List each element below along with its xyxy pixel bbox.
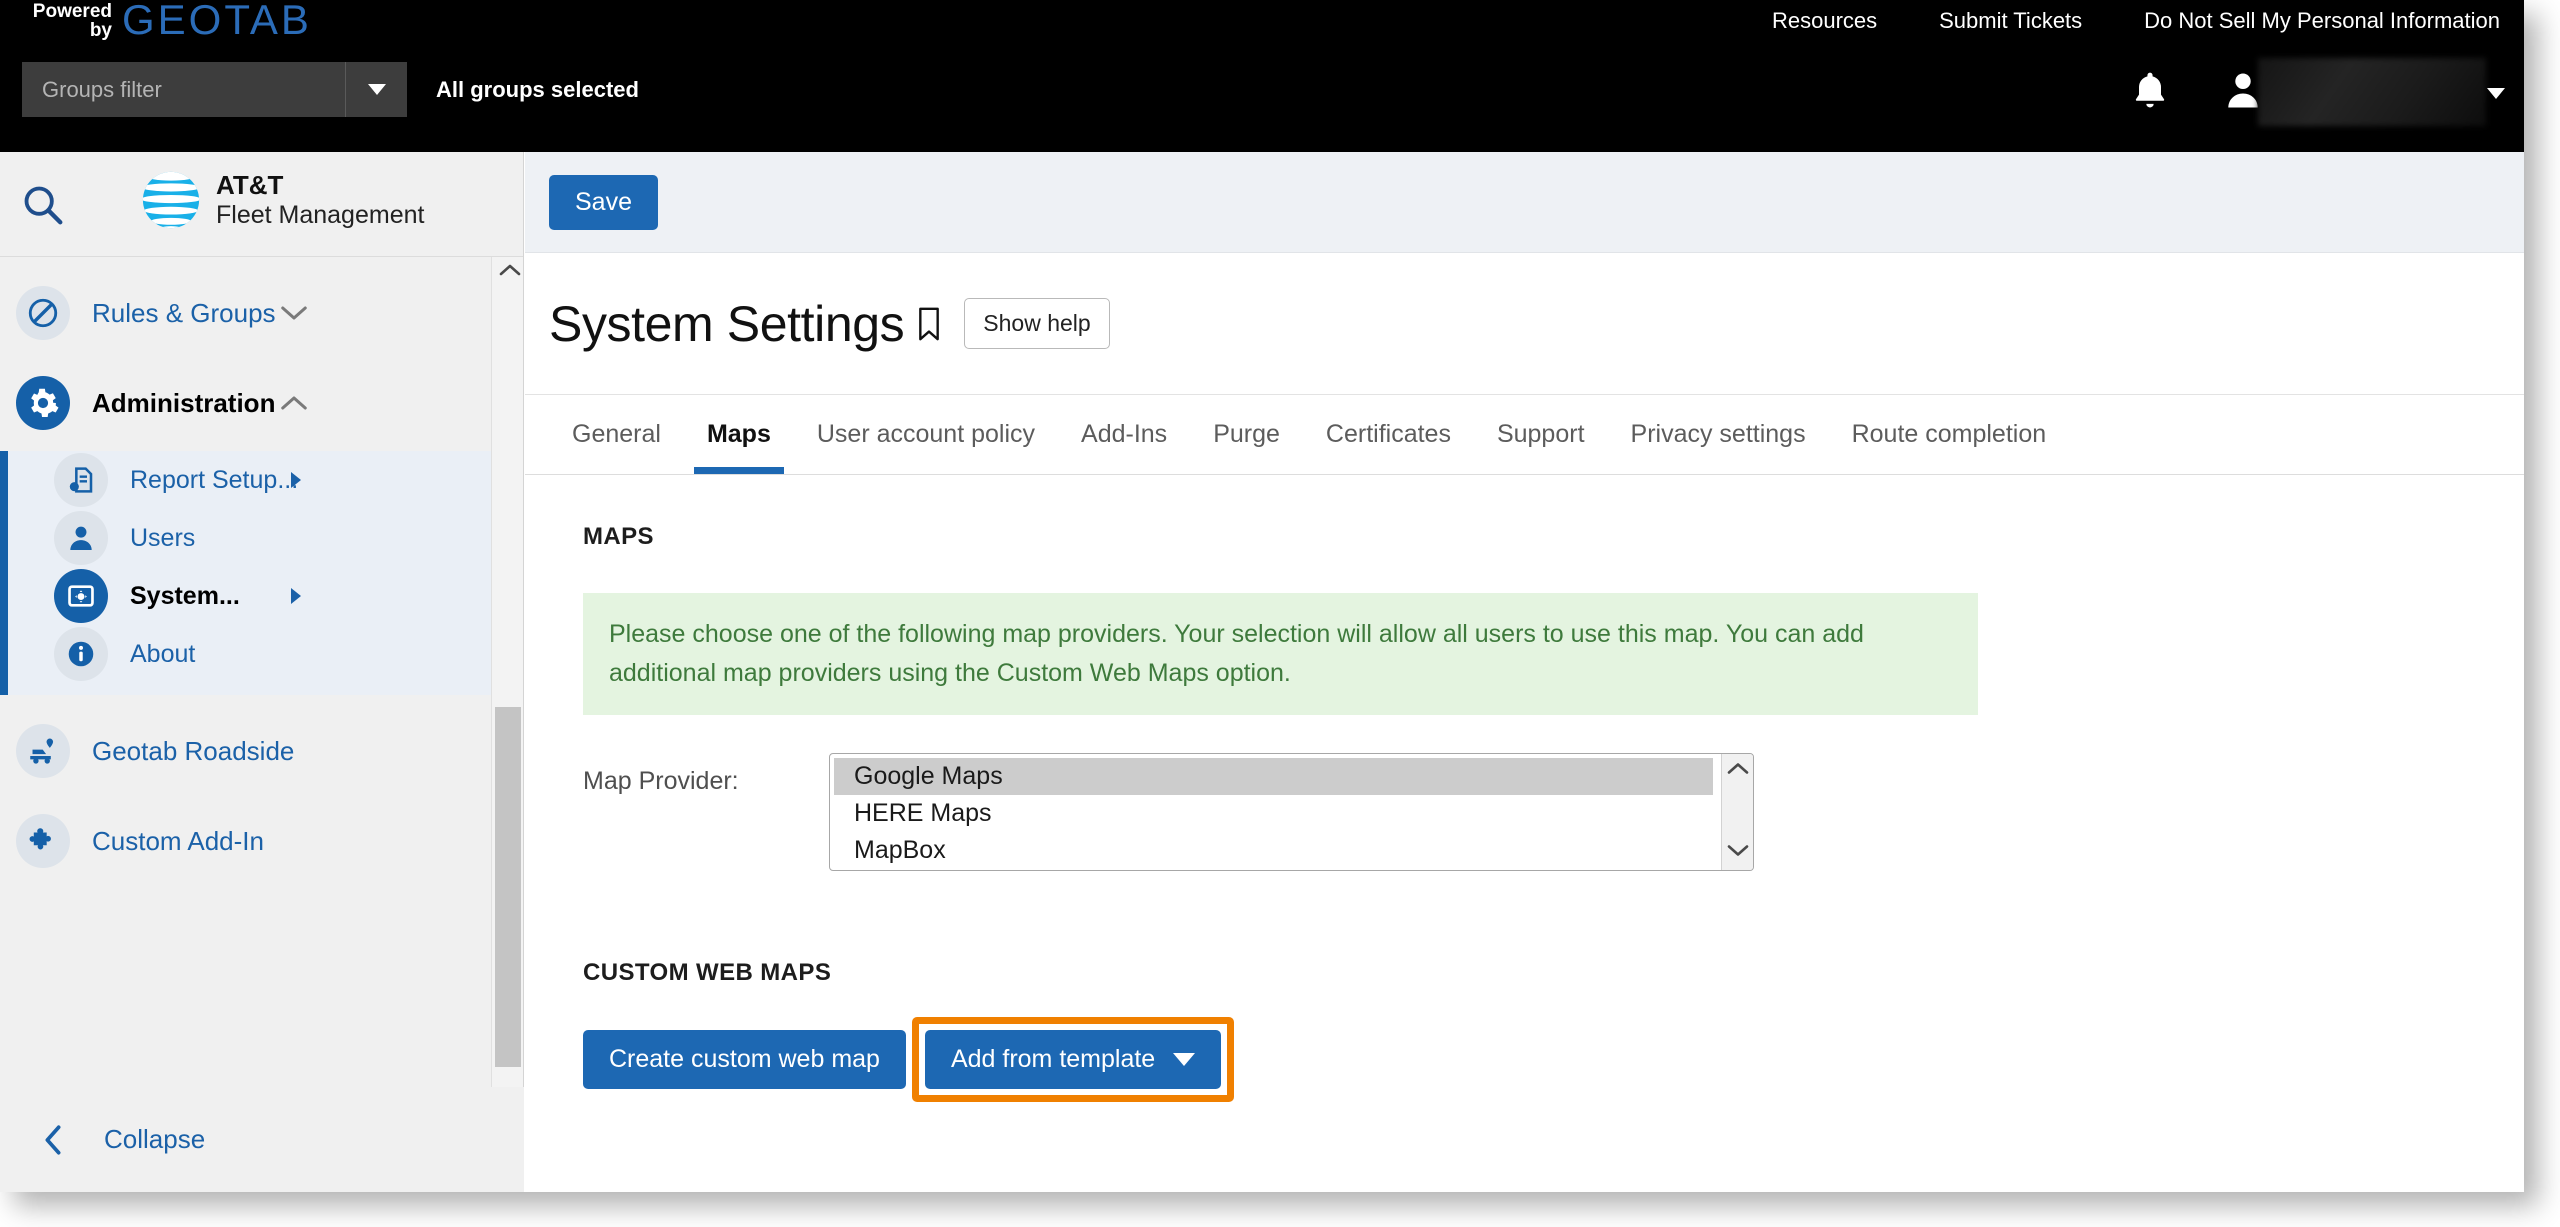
sidebar-item-report-setup[interactable]: Report Setup... <box>46 451 523 509</box>
top-nav-links: Resources Submit Tickets Do Not Sell My … <box>1772 8 2500 34</box>
tab-purge[interactable]: Purge <box>1190 395 1303 474</box>
list-item[interactable]: Google Maps <box>834 757 1713 795</box>
sidebar-item-label: Report Setup... <box>130 465 299 494</box>
maps-info-message: Please choose one of the following map p… <box>583 593 1978 715</box>
caret-down-icon <box>367 84 386 95</box>
top-header-bar: Powered by GEOTAB Resources Submit Ticke… <box>0 0 2524 152</box>
all-groups-selected-label: All groups selected <box>436 76 639 102</box>
add-from-template-highlight: Add from template <box>911 1016 1235 1102</box>
report-setup-icon <box>54 453 108 507</box>
sidebar-item-label: Geotab Roadside <box>92 735 295 766</box>
att-brand: AT&T Fleet Management <box>140 169 424 231</box>
groups-filter-placeholder[interactable]: Groups filter <box>22 62 345 117</box>
tab-general[interactable]: General <box>549 395 684 474</box>
search-icon[interactable] <box>20 182 66 228</box>
bookmark-icon[interactable] <box>916 306 942 342</box>
settings-tabs: General Maps User account policy Add-Ins… <box>525 395 2524 475</box>
sidebar-item-geotab-roadside[interactable]: Geotab Roadside <box>0 717 523 785</box>
sidebar-collapse-button[interactable]: Collapse <box>0 1087 524 1192</box>
sidebar-item-administration[interactable]: Administration <box>0 369 523 437</box>
sidebar-item-label: Users <box>130 523 196 552</box>
sidebar-scrollbar[interactable] <box>491 257 523 1192</box>
add-from-template-button[interactable]: Add from template <box>924 1029 1222 1089</box>
action-toolbar: Save <box>525 152 2524 253</box>
chevron-up-icon[interactable] <box>1726 760 1750 782</box>
sidebar-item-label: About <box>130 639 196 668</box>
att-brand-line1: AT&T <box>216 169 284 200</box>
info-icon <box>54 627 108 681</box>
sidebar-nav-scroll-area: Rules & Groups Administration Report Set… <box>0 257 523 1192</box>
tab-support[interactable]: Support <box>1474 395 1608 474</box>
powered-by-line1: Powered <box>32 1 112 22</box>
add-from-template-label: Add from template <box>950 1044 1156 1073</box>
gear-icon <box>16 376 70 430</box>
puzzle-piece-icon <box>16 814 70 868</box>
map-provider-listbox[interactable]: Google Maps HERE Maps MapBox <box>829 752 1754 871</box>
sidebar-item-label: Administration <box>92 387 276 418</box>
powered-by-label: Powered by <box>26 2 112 40</box>
list-item[interactable]: HERE Maps <box>834 795 1713 832</box>
maps-settings-panel: MAPS Please choose one of the following … <box>525 475 2524 1102</box>
list-item[interactable]: MapBox <box>834 832 1713 869</box>
listbox-scrollbar[interactable] <box>1721 753 1753 870</box>
chevron-up-icon[interactable] <box>279 393 309 413</box>
sidebar-item-system-settings[interactable]: System... <box>46 567 523 625</box>
tab-certificates[interactable]: Certificates <box>1303 395 1474 474</box>
tab-user-account-policy[interactable]: User account policy <box>794 395 1058 474</box>
att-brand-line2: Fleet Management <box>216 200 425 229</box>
sidebar-item-label: Rules & Groups <box>92 297 276 328</box>
top-nav-submit-tickets[interactable]: Submit Tickets <box>1939 8 2082 34</box>
user-menu-caret-down-icon[interactable] <box>2487 88 2505 99</box>
sidebar-item-label: Custom Add-In <box>92 825 264 856</box>
top-nav-do-not-sell[interactable]: Do Not Sell My Personal Information <box>2144 8 2500 34</box>
chevron-down-icon[interactable] <box>279 303 309 323</box>
chevron-up-icon[interactable] <box>498 261 522 284</box>
roadside-truck-icon <box>16 724 70 778</box>
bell-icon[interactable] <box>2128 68 2172 114</box>
sidebar-collapse-label: Collapse <box>104 1124 206 1154</box>
sidebar-item-label: System... <box>130 581 240 610</box>
sidebar-item-about[interactable]: About <box>46 625 523 683</box>
tab-privacy-settings[interactable]: Privacy settings <box>1608 395 1829 474</box>
page-title: System Settings <box>549 295 905 352</box>
sidebar-scrollbar-thumb[interactable] <box>495 707 521 1067</box>
tab-route-completion[interactable]: Route completion <box>1829 395 2070 474</box>
caret-down-icon <box>1173 1052 1196 1066</box>
sidebar-header: AT&T Fleet Management <box>0 152 523 257</box>
map-provider-label: Map Provider: <box>583 766 739 795</box>
chevron-left-icon <box>45 1124 61 1155</box>
tab-maps[interactable]: Maps <box>684 395 794 474</box>
att-globe-icon <box>142 171 200 229</box>
tab-add-ins[interactable]: Add-Ins <box>1058 395 1190 474</box>
arrow-right-icon <box>291 472 301 488</box>
sidebar-item-custom-addin[interactable]: Custom Add-In <box>0 807 523 875</box>
arrow-right-icon <box>291 588 301 604</box>
left-sidebar: AT&T Fleet Management Rules & Groups Adm… <box>0 152 524 1192</box>
chevron-down-icon[interactable] <box>1726 842 1750 864</box>
sidebar-item-users[interactable]: Users <box>46 509 523 567</box>
main-content: Save System Settings Show help General M… <box>525 152 2524 1192</box>
user-icon <box>54 511 108 565</box>
sidebar-subgroup-administration: Report Setup... Users System... About <box>0 451 523 695</box>
create-custom-web-map-button[interactable]: Create custom web map <box>583 1029 906 1089</box>
rules-groups-icon <box>16 286 70 340</box>
system-settings-icon <box>54 569 108 623</box>
application-window: Powered by GEOTAB Resources Submit Ticke… <box>0 0 2524 1192</box>
map-provider-row: Map Provider: Google Maps HERE Maps MapB… <box>583 752 2524 871</box>
custom-web-maps-actions: Create custom web map Add from template <box>583 1016 2524 1102</box>
groups-filter-dropdown-button[interactable] <box>345 62 407 117</box>
sidebar-item-rules-groups[interactable]: Rules & Groups <box>0 279 523 347</box>
save-button[interactable]: Save <box>549 174 658 230</box>
custom-web-maps-heading: CUSTOM WEB MAPS <box>583 958 832 986</box>
geotab-logo: GEOTAB <box>122 0 312 43</box>
powered-by-line2: by <box>89 20 112 41</box>
maps-section-heading: MAPS <box>583 523 654 550</box>
show-help-button[interactable]: Show help <box>964 298 1110 349</box>
page-header: System Settings Show help <box>525 253 2524 395</box>
top-nav-resources[interactable]: Resources <box>1772 8 1877 34</box>
groups-filter-control[interactable]: Groups filter <box>22 62 407 117</box>
user-name-redacted[interactable] <box>2258 58 2486 126</box>
